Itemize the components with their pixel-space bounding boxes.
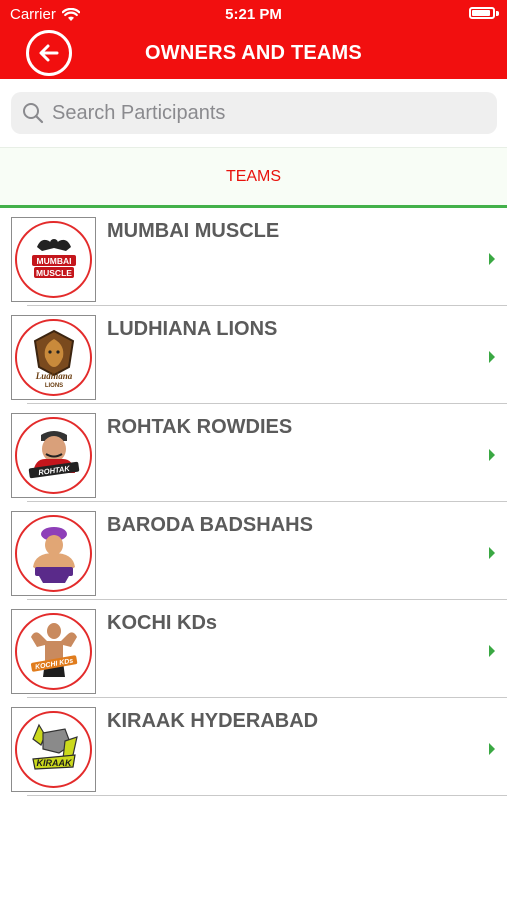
team-row[interactable]: BARODA BADSHAHS [0, 502, 507, 600]
chevron-right-icon [489, 351, 495, 363]
team-logo-frame: KIRAAK [11, 707, 96, 792]
chevron-right-icon [489, 449, 495, 461]
clock: 5:21 PM [225, 6, 282, 23]
team-logo-frame [11, 511, 96, 596]
svg-text:MUMBAI: MUMBAI [36, 256, 71, 266]
kiraak-hyderabad-logo: KIRAAK [15, 711, 92, 788]
team-list: MUMBAI MUSCLE MUMBAI MUSCLE Ludhiana LIO… [0, 208, 507, 796]
team-name: KOCHI KDs [107, 612, 218, 634]
battery-nub [496, 11, 499, 16]
baroda-badshahs-logo [15, 515, 92, 592]
row-separator [27, 795, 507, 796]
team-name: MUMBAI MUSCLE [107, 220, 280, 242]
page-title: OWNERS AND TEAMS [145, 42, 362, 64]
team-row[interactable]: MUMBAI MUSCLE MUMBAI MUSCLE [0, 208, 507, 306]
chevron-right-icon [489, 645, 495, 657]
team-name: ROHTAK ROWDIES [107, 416, 293, 438]
team-logo-frame: MUMBAI MUSCLE [11, 217, 96, 302]
tab-bar: TEAMS [0, 147, 507, 208]
kochi-kds-logo: KOCHI KDs [15, 613, 92, 690]
search-field[interactable] [11, 92, 497, 134]
chevron-right-icon [489, 253, 495, 265]
team-row[interactable]: KIRAAK KIRAAK HYDERABAD [0, 698, 507, 796]
team-row[interactable]: Ludhiana LIONS LUDHIANA LIONS [0, 306, 507, 404]
team-row[interactable]: KOCHI KDs KOCHI KDs [0, 600, 507, 698]
chevron-right-icon [489, 547, 495, 559]
status-bar: Carrier 5:21 PM [0, 0, 507, 28]
team-name: KIRAAK HYDERABAD [107, 710, 319, 732]
team-name: BARODA BADSHAHS [107, 514, 313, 536]
app-header: Carrier 5:21 PM OWNERS AND TEAMS [0, 0, 507, 79]
team-logo-frame: Ludhiana LIONS [11, 315, 96, 400]
team-name: LUDHIANA LIONS [107, 318, 278, 340]
tab-teams[interactable]: TEAMS [0, 148, 507, 206]
ludhiana-lions-logo: Ludhiana LIONS [15, 319, 92, 396]
rohtak-rowdies-logo: ROHTAK [15, 417, 92, 494]
chevron-right-icon [489, 743, 495, 755]
mumbai-muscle-logo: MUMBAI MUSCLE [15, 221, 92, 298]
team-row[interactable]: ROHTAK ROHTAK ROWDIES [0, 404, 507, 502]
search-icon [23, 103, 44, 124]
search-input[interactable] [52, 101, 472, 125]
svg-text:KIRAAK: KIRAAK [36, 758, 72, 768]
search-bar [0, 79, 507, 147]
svg-text:LIONS: LIONS [44, 383, 62, 389]
battery-icon [469, 7, 495, 19]
team-logo-frame: ROHTAK [11, 413, 96, 498]
svg-text:MUSCLE: MUSCLE [36, 268, 72, 278]
team-logo-frame: KOCHI KDs [11, 609, 96, 694]
svg-text:Ludhiana: Ludhiana [34, 371, 72, 381]
